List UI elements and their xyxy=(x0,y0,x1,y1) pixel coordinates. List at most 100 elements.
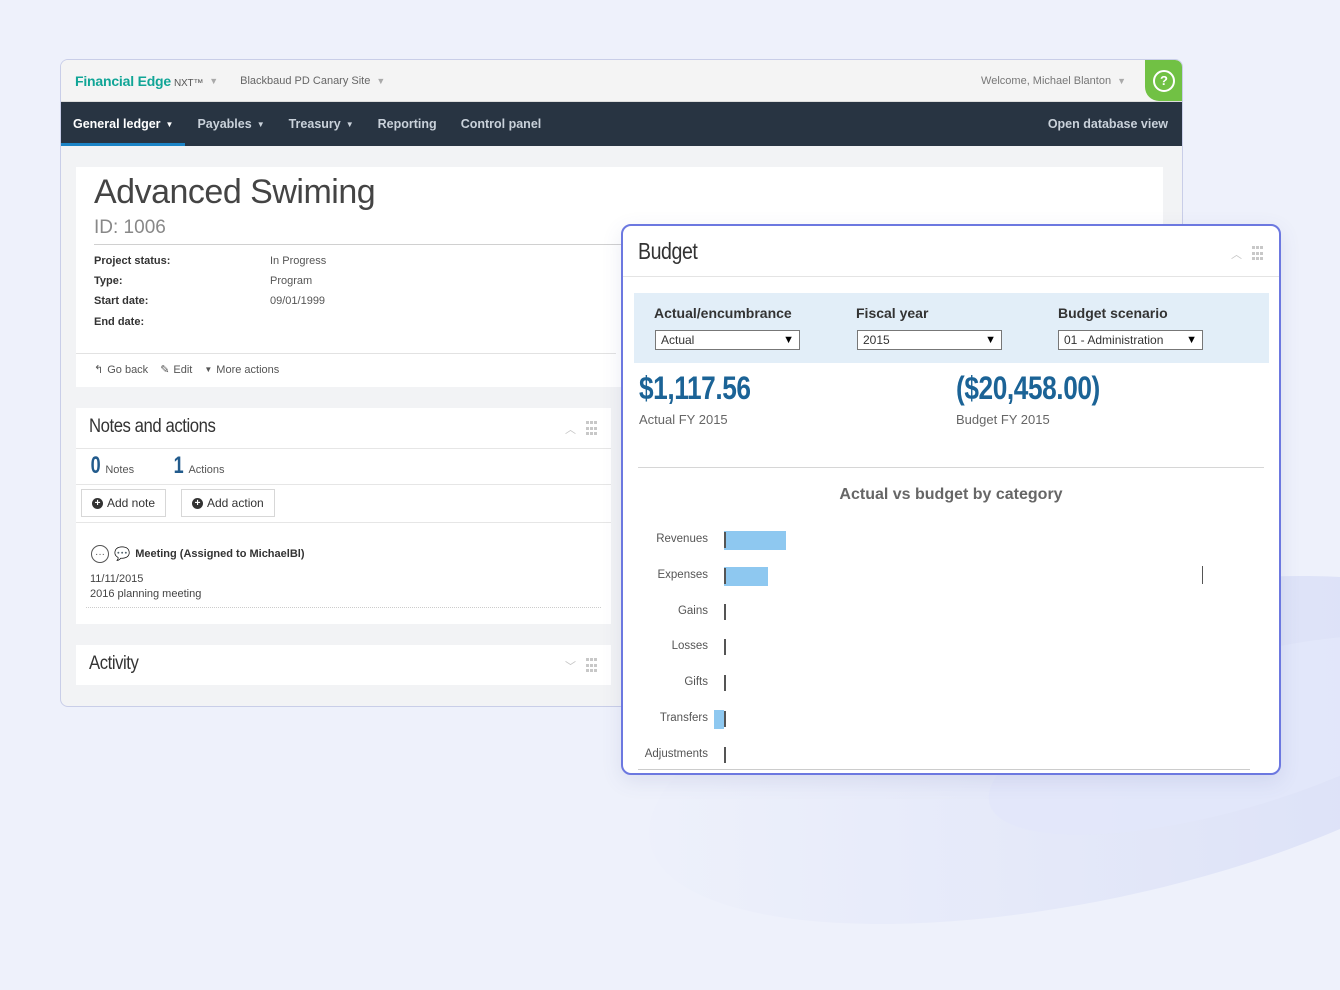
nav-payables[interactable]: Payables ▼ xyxy=(185,102,276,146)
chevron-down-icon: ▼ xyxy=(1117,75,1126,86)
activity-tile: Activity ﹀ xyxy=(76,645,611,685)
chevron-down-icon[interactable]: ﹀ xyxy=(565,658,576,674)
chart-bar[interactable] xyxy=(713,710,724,729)
divider xyxy=(86,607,601,608)
category-label: Adjustments xyxy=(644,747,708,760)
actual-encumbrance-label: Actual/encumbrance xyxy=(654,305,792,321)
add-note-button[interactable]: + Add note xyxy=(81,489,167,517)
help-button[interactable]: ? xyxy=(1145,60,1182,101)
more-options-icon[interactable]: ··· xyxy=(91,545,109,563)
note-item[interactable]: ··· 💬 Meeting (Assigned to MichaelBl) xyxy=(91,545,304,563)
dropdown-arrow-icon: ▼ xyxy=(982,331,996,349)
divider xyxy=(76,353,616,354)
user-menu[interactable]: Welcome, Michael Blanton ▼ xyxy=(981,75,1126,87)
chart-bar[interactable] xyxy=(724,566,769,586)
help-icon: ? xyxy=(1153,69,1175,92)
budget-title: Budget xyxy=(638,238,698,264)
actions-count-label: Actions xyxy=(188,464,225,476)
chevron-down-icon: ▼ xyxy=(345,119,354,129)
divider xyxy=(623,276,1279,277)
notes-count: 0 xyxy=(90,452,101,479)
more-actions-button[interactable]: ▼ More actions xyxy=(204,363,279,376)
budget-scenario-select[interactable]: 01 - Administration ▼ xyxy=(1058,330,1203,350)
axis-end-tick xyxy=(1202,566,1203,584)
fiscal-year-select[interactable]: 2015 ▼ xyxy=(857,330,1002,350)
budget-filters: Actual/encumbrance Actual ▼ Fiscal year 2… xyxy=(634,293,1269,363)
note-item-date: 11/11/2015 xyxy=(90,573,144,585)
budget-scenario-label: Budget scenario xyxy=(1058,305,1168,321)
plus-icon: + xyxy=(192,497,203,509)
activity-tile-header[interactable]: Activity ﹀ xyxy=(76,645,611,685)
divider xyxy=(76,484,611,485)
divider xyxy=(638,769,1250,770)
start-date-value: 09/01/1999 xyxy=(270,295,326,307)
divider xyxy=(94,244,624,245)
budget-tile: Budget ︿ Actual/encumbrance Actual ▼ Fisc… xyxy=(621,224,1281,775)
notes-title: Notes and actions xyxy=(89,416,216,437)
chat-bubbles-icon: 💬 xyxy=(114,546,131,561)
chevron-down-icon: ▼ xyxy=(204,365,213,374)
page-title: Advanced Swiming xyxy=(94,173,376,211)
actions-count: 1 xyxy=(173,452,184,479)
nav-treasury[interactable]: Treasury ▼ xyxy=(277,102,366,146)
project-status-value: In Progress xyxy=(270,255,327,267)
zero-axis-mark xyxy=(724,711,726,727)
end-date-label: End date: xyxy=(94,316,145,328)
edit-button[interactable]: ✎ Edit xyxy=(160,363,192,377)
category-label: Losses xyxy=(671,640,708,653)
note-item-description: 2016 planning meeting xyxy=(90,588,202,600)
nav-general-ledger[interactable]: General ledger ▼ xyxy=(61,102,186,146)
notes-tile: Notes and actions ︿ 0 Notes 1 Actions + A… xyxy=(76,408,611,624)
category-label: Revenues xyxy=(656,533,708,545)
zero-axis-mark xyxy=(724,603,726,620)
chevron-down-icon: ▼ xyxy=(376,75,386,86)
go-back-button[interactable]: ↰ Go back xyxy=(94,363,148,377)
add-action-button[interactable]: + Add action xyxy=(181,489,275,517)
category-label: Transfers xyxy=(659,712,708,724)
chart-title: Actual vs budget by category xyxy=(839,486,1063,503)
main-nav: General ledger ▼ Payables ▼ Treasury ▼ Repo… xyxy=(61,102,1182,146)
record-id: ID: 1006 xyxy=(94,217,166,238)
activity-title: Activity xyxy=(89,653,139,674)
category-label: Gifts xyxy=(684,676,708,689)
brand-logo[interactable]: Financial Edge NXT™ xyxy=(75,73,203,89)
site-selector[interactable]: Blackbaud PD Canary Site ▼ xyxy=(240,75,385,87)
note-item-title: Meeting (Assigned to MichaelBl) xyxy=(135,548,305,560)
plus-icon: + xyxy=(92,497,103,509)
chevron-up-icon[interactable]: ︿ xyxy=(1231,246,1242,262)
chevron-up-icon[interactable]: ︿ xyxy=(565,421,576,437)
actual-amount: $1,117.56 xyxy=(639,370,751,406)
start-date-label: Start date: xyxy=(94,295,149,307)
zero-axis-mark xyxy=(724,675,726,692)
divider xyxy=(76,522,611,523)
actual-encumbrance-select[interactable]: Actual ▼ xyxy=(655,330,800,350)
project-status-label: Project status: xyxy=(94,255,171,267)
fiscal-year-label: Fiscal year xyxy=(856,305,929,321)
chevron-down-icon: ▼ xyxy=(256,119,265,129)
dropdown-arrow-icon: ▼ xyxy=(1183,331,1197,349)
grid-handle-icon[interactable] xyxy=(586,658,597,674)
nav-reporting[interactable]: Reporting xyxy=(366,102,449,146)
record-actions: ↰ Go back ✎ Edit ▼ More actions xyxy=(94,363,279,377)
zero-axis-mark xyxy=(724,567,726,584)
category-label: Gains xyxy=(677,604,708,617)
budget-amount: ($20,458.00) xyxy=(956,370,1100,406)
back-arrow-icon: ↰ xyxy=(94,364,104,376)
chevron-down-icon[interactable]: ▼ xyxy=(209,76,218,86)
type-label: Type: xyxy=(94,275,123,287)
category-label: Expenses xyxy=(657,568,708,581)
zero-axis-mark xyxy=(724,532,726,548)
chart-bar[interactable] xyxy=(724,531,787,550)
nav-control-panel[interactable]: Control panel xyxy=(449,102,554,146)
notes-tile-header: Notes and actions ︿ xyxy=(76,408,611,449)
zero-axis-mark xyxy=(724,746,726,763)
grid-handle-icon[interactable] xyxy=(1252,246,1263,262)
zero-axis-mark xyxy=(724,639,726,656)
type-value: Program xyxy=(270,275,313,287)
budget-amount-label: Budget FY 2015 xyxy=(956,412,1050,427)
open-database-view-link[interactable]: Open database view xyxy=(1048,102,1168,146)
dropdown-arrow-icon: ▼ xyxy=(780,331,794,349)
notes-count-label: Notes xyxy=(105,464,135,476)
actual-amount-label: Actual FY 2015 xyxy=(639,412,728,427)
grid-handle-icon[interactable] xyxy=(586,421,597,437)
